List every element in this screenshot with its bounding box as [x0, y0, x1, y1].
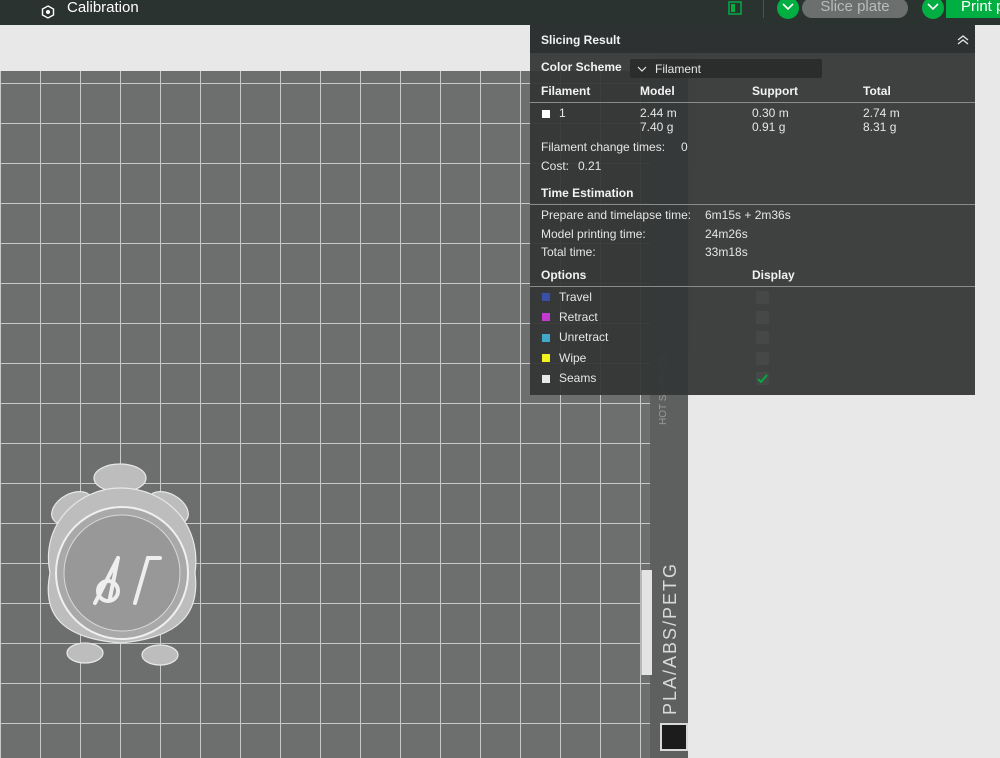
header-total: Total — [863, 84, 891, 98]
display-header: Display — [752, 268, 795, 282]
travel-display-checkbox[interactable] — [756, 291, 769, 304]
color-scheme-value: Filament — [655, 62, 702, 76]
seams-swatch — [542, 375, 550, 383]
wipe-display-checkbox[interactable] — [756, 352, 769, 365]
print-plate-button[interactable]: Print p — [946, 0, 1000, 18]
cost-label: Cost: — [541, 159, 570, 173]
time-estimation-title: Time Estimation — [541, 186, 634, 200]
bambu-logo — [660, 723, 688, 751]
cost-value: 0.21 — [578, 159, 602, 173]
panel-title: Slicing Result — [541, 33, 621, 47]
time-divider — [530, 204, 975, 205]
plate-material-label: PLA/ABS/PETG — [660, 561, 680, 715]
total-length: 2.74 m — [863, 106, 900, 120]
model-time-label: Model printing time: — [541, 227, 646, 241]
toolbar-separator — [763, 0, 764, 18]
option-unretract-label: Unretract — [559, 330, 609, 344]
header-model: Model — [640, 84, 675, 98]
travel-swatch — [542, 293, 550, 301]
slice-plate-button[interactable]: Slice plate — [802, 0, 908, 18]
chevron-down-icon — [927, 3, 939, 11]
color-scheme-label: Color Scheme — [541, 60, 622, 74]
model-length: 2.44 m — [640, 106, 677, 120]
calibration-tab[interactable]: Calibration — [67, 0, 139, 16]
plate-handle — [640, 570, 652, 675]
panel-header: Slicing Result — [530, 25, 975, 53]
alarm-clock-model[interactable] — [40, 463, 205, 673]
print-dropdown-button[interactable] — [922, 0, 944, 19]
chevron-down-icon — [782, 3, 794, 11]
total-time-value: 33m18s — [705, 245, 748, 259]
top-toolbar: Calibration Slice plate Print p — [0, 0, 1000, 25]
slicing-result-panel: Slicing Result Color Scheme Filament Fil… — [530, 25, 975, 395]
header-support: Support — [752, 84, 798, 98]
model-weight: 7.40 g — [640, 120, 674, 134]
filament-id: 1 — [559, 106, 566, 120]
options-divider — [530, 286, 975, 287]
retract-display-checkbox[interactable] — [756, 311, 769, 324]
table-divider — [530, 102, 975, 103]
support-weight: 0.91 g — [752, 120, 786, 134]
total-time-label: Total time: — [541, 245, 596, 259]
prepare-time-label: Prepare and timelapse time: — [541, 208, 692, 222]
chevron-down-icon — [637, 66, 647, 72]
option-travel-label: Travel — [559, 290, 592, 304]
color-scheme-select[interactable]: Filament — [630, 59, 822, 78]
unretract-swatch — [542, 334, 550, 342]
unretract-display-checkbox[interactable] — [756, 331, 769, 344]
option-seams-label: Seams — [559, 371, 597, 385]
prepare-time-value: 6m15s + 2m36s — [705, 208, 791, 222]
slice-dropdown-button[interactable] — [777, 0, 799, 19]
support-length: 0.30 m — [752, 106, 789, 120]
model-time-value: 24m26s — [705, 227, 748, 241]
header-filament: Filament — [541, 84, 591, 98]
total-weight: 8.31 g — [863, 120, 897, 134]
retract-swatch — [542, 313, 550, 321]
layout-icon[interactable] — [728, 1, 742, 15]
collapse-icon[interactable] — [957, 35, 969, 45]
calibration-icon[interactable] — [41, 5, 55, 19]
option-retract-label: Retract — [559, 310, 598, 324]
wipe-swatch — [542, 354, 550, 362]
options-header: Options — [541, 268, 587, 282]
seams-display-checkbox[interactable] — [756, 372, 769, 385]
checkmark-icon — [757, 374, 768, 384]
filament-change-value: 0 — [681, 140, 688, 154]
filament-change-label: Filament change times: — [541, 140, 666, 154]
option-wipe-label: Wipe — [559, 351, 587, 365]
filament-swatch — [542, 110, 550, 118]
